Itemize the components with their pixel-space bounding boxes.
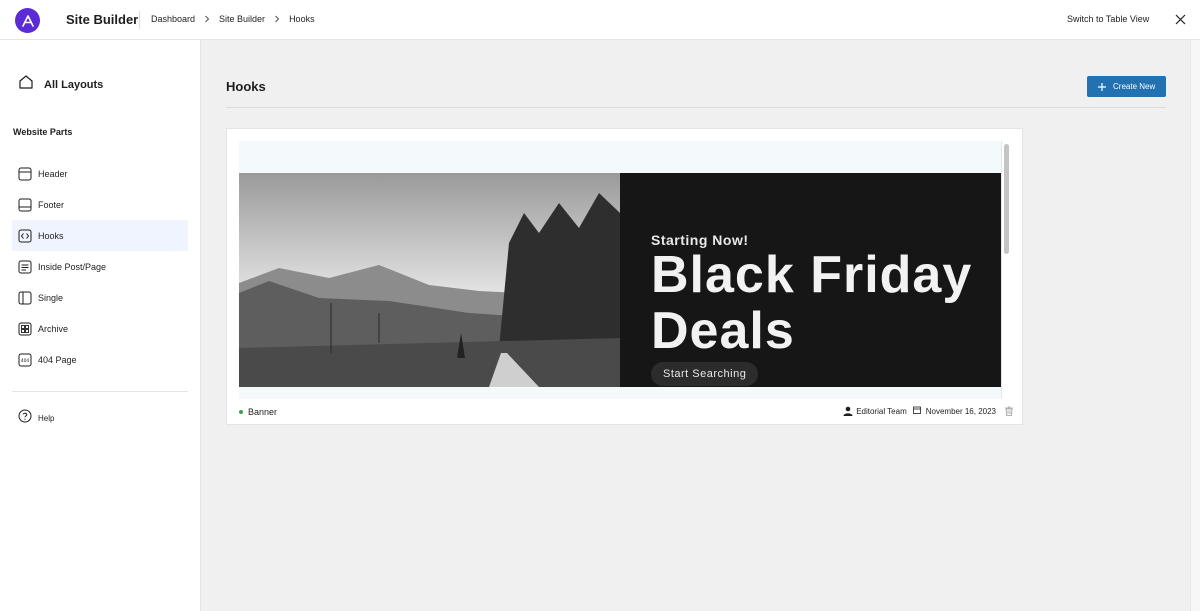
svg-text:404: 404 [21, 358, 30, 364]
layout-card[interactable]: Starting Now! Black Friday Deals Start S… [226, 128, 1023, 425]
sidebar-item-label: Archive [38, 323, 69, 334]
sidebar-item-hooks[interactable]: Hooks [12, 220, 188, 251]
website-parts-heading: Website Parts [13, 127, 73, 137]
chevron-right-icon [202, 14, 212, 24]
sidebar: All Layouts Website Parts Header Footer … [0, 40, 201, 611]
calendar-icon [912, 406, 923, 416]
inside-post-icon [18, 260, 32, 274]
header-layout-icon [18, 167, 32, 181]
sidebar-item-label: 404 Page [38, 354, 77, 365]
help-icon [18, 409, 32, 428]
sidebar-item-label: Header [38, 168, 68, 179]
main-content: Hooks Create New Starting Now! Black Fri… [201, 40, 1190, 611]
astra-logo-icon[interactable] [15, 8, 40, 33]
sidebar-item-inside-post-page[interactable]: Inside Post/Page [12, 251, 188, 282]
top-bar: Site Builder Dashboard Site Builder Hook… [0, 0, 1200, 40]
banner-cta-button: Start Searching [651, 362, 759, 386]
close-icon[interactable] [1174, 13, 1187, 26]
layout-title[interactable]: Banner [248, 407, 277, 417]
page-title: Hooks [226, 79, 266, 94]
divider [12, 391, 188, 392]
banner-landscape-image [239, 173, 620, 387]
banner-text-panel: Starting Now! Black Friday Deals Start S… [620, 173, 1001, 387]
author-name: Editorial Team [856, 406, 907, 416]
archive-icon [18, 322, 32, 336]
plus-icon [1097, 82, 1107, 92]
divider [226, 107, 1166, 108]
status-dot [239, 410, 243, 414]
sidebar-item-archive[interactable]: Archive [12, 313, 188, 344]
chevron-right-icon [272, 14, 282, 24]
layout-date: November 16, 2023 [925, 406, 996, 416]
help-link[interactable]: Help [18, 409, 54, 428]
user-icon [843, 406, 853, 416]
breadcrumb-hooks: Hooks [289, 14, 315, 24]
sidebar-item-single[interactable]: Single [12, 282, 188, 313]
sidebar-item-label: Single [38, 292, 64, 303]
sidebar-item-label: Footer [38, 199, 65, 210]
breadcrumb: Dashboard Site Builder Hooks [151, 14, 315, 24]
trash-icon[interactable] [1004, 406, 1014, 416]
layout-preview[interactable]: Starting Now! Black Friday Deals Start S… [239, 141, 1011, 399]
help-label: Help [38, 414, 55, 423]
home-icon [18, 74, 34, 95]
app-title: Site Builder [66, 12, 139, 27]
page-scrollbar[interactable] [1190, 40, 1200, 611]
sidebar-item-404-page[interactable]: 404 404 Page [12, 344, 188, 375]
code-icon [18, 229, 32, 243]
sidebar-item-footer[interactable]: Footer [12, 189, 188, 220]
card-footer: Banner Editorial Team November 16, 2023 [239, 406, 1014, 418]
divider [139, 11, 140, 29]
all-layouts-label: All Layouts [44, 78, 104, 91]
switch-to-table-view-link[interactable]: Switch to Table View [1067, 14, 1149, 24]
scroll-thumb[interactable] [1004, 144, 1009, 254]
sidebar-item-label: Inside Post/Page [38, 261, 107, 272]
create-new-label: Create New [1113, 82, 1156, 91]
sidebar-item-label: Hooks [38, 230, 64, 241]
create-new-button[interactable]: Create New [1087, 76, 1166, 97]
breadcrumb-site-builder[interactable]: Site Builder [219, 14, 265, 24]
all-layouts-link[interactable]: All Layouts [18, 74, 103, 95]
banner-headline: Black Friday Deals [651, 246, 973, 360]
preview-scrollbar[interactable] [1001, 141, 1011, 399]
footer-layout-icon [18, 198, 32, 212]
sidebar-item-header[interactable]: Header [12, 158, 188, 189]
single-icon [18, 291, 32, 305]
layout-meta: Editorial Team November 16, 2023 [843, 406, 1014, 416]
website-parts-nav: Header Footer Hooks Inside Post/Page Sin… [12, 158, 188, 375]
404-icon: 404 [18, 353, 32, 367]
breadcrumb-dashboard[interactable]: Dashboard [151, 14, 195, 24]
